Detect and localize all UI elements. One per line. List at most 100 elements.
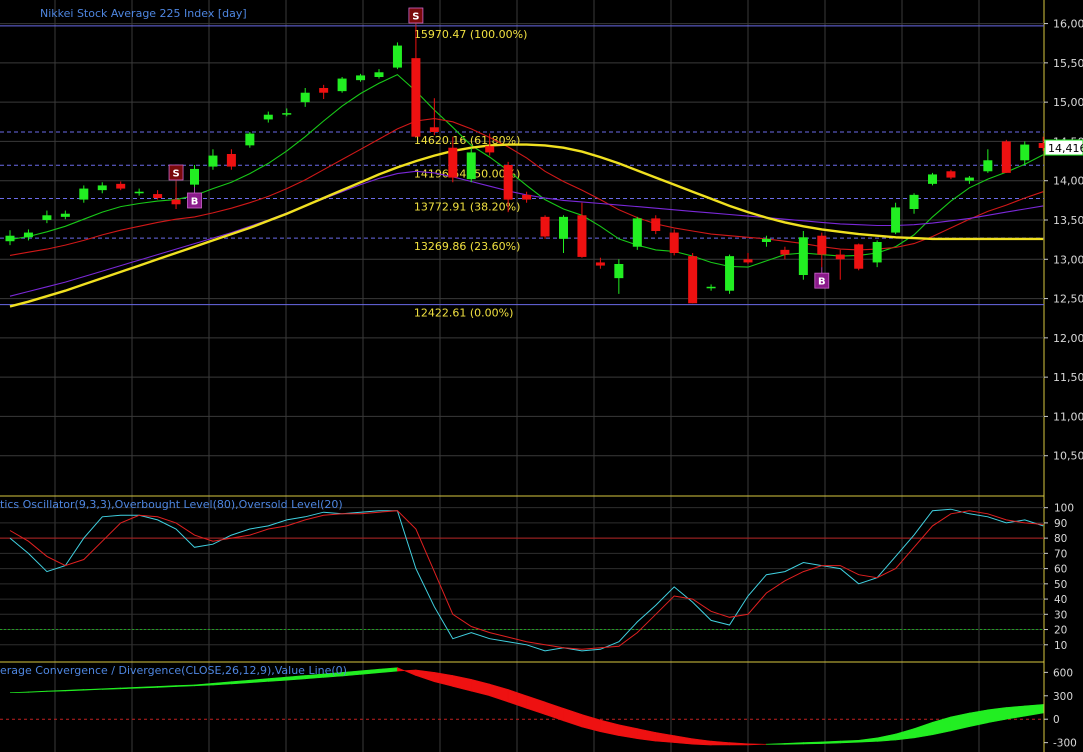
candle — [282, 108, 292, 117]
y-tick-label: 600 — [1053, 667, 1073, 679]
buy-signal: B — [814, 272, 830, 289]
candle — [1020, 141, 1030, 165]
candle — [466, 147, 476, 183]
signal-label: S — [172, 169, 179, 180]
macd-band-segment — [120, 686, 140, 690]
candle — [392, 42, 402, 70]
candle-body — [263, 114, 273, 120]
candle-body — [632, 218, 642, 247]
candle — [319, 84, 329, 99]
y-tick-label: 10 — [1054, 640, 1067, 652]
macd-band-segment — [102, 687, 121, 690]
macd-band-segment — [858, 737, 878, 743]
candle-body — [226, 154, 236, 167]
y-tick-label: 12,50 — [1053, 293, 1083, 306]
macd-pane[interactable] — [0, 667, 1044, 746]
candle — [983, 149, 993, 173]
candle-body — [208, 155, 218, 167]
price-chart-title: Nikkei Stock Average 225 Index [day] — [40, 7, 247, 20]
candle-body — [282, 113, 292, 115]
y-tick-label: 11,00 — [1053, 410, 1083, 423]
candle-body — [725, 256, 735, 291]
candle — [356, 73, 366, 82]
buy-signal: B — [187, 192, 202, 209]
candle — [909, 193, 919, 214]
macd-band-segment — [46, 689, 66, 692]
macd-band-segment — [1005, 705, 1026, 720]
candle-body — [522, 194, 532, 200]
y-tick-label: 14,00 — [1053, 175, 1083, 188]
y-tick-label: 90 — [1054, 518, 1067, 530]
candle-body — [964, 177, 974, 181]
fib-level-label: 15970.47 (100.00%) — [414, 28, 528, 41]
y-tick-label: 13,00 — [1053, 253, 1083, 266]
macd-band-segment — [563, 707, 583, 728]
macd-band-segment — [636, 728, 657, 742]
candle — [577, 202, 587, 258]
y-tick-label: 10,50 — [1053, 450, 1083, 463]
candle — [300, 88, 310, 107]
sell-signal: S — [168, 164, 184, 181]
chart: 15970.47 (100.00%)14620.16 (61.80%)14196… — [0, 0, 1083, 752]
y-tick-label: 20 — [1054, 625, 1067, 637]
macd-band-segment — [969, 709, 989, 727]
macd-band-segment — [470, 679, 491, 697]
candle — [872, 240, 882, 268]
candle-body — [392, 45, 402, 68]
macd-band-segment — [913, 721, 933, 739]
candle-body — [245, 133, 255, 146]
candle — [835, 249, 845, 280]
candle-body — [319, 88, 329, 93]
macd-band-segment — [138, 686, 158, 689]
macd-band-segment — [600, 719, 620, 736]
candle — [559, 215, 568, 253]
candle-body — [171, 199, 181, 205]
candle — [226, 149, 236, 170]
macd-band-segment — [489, 683, 509, 703]
macd-band-segment — [157, 685, 177, 688]
candle-body — [780, 249, 790, 255]
y-tick-label: 13,50 — [1053, 214, 1083, 227]
candle-body — [946, 171, 956, 178]
y-tick-label: 80 — [1054, 533, 1067, 545]
macd-band-segment — [581, 714, 601, 733]
candle-body — [651, 218, 661, 231]
y-tick-label: 100 — [1054, 503, 1074, 515]
candle — [263, 111, 273, 123]
macd-band-segment — [950, 712, 970, 732]
macd-band-segment — [710, 740, 730, 746]
sell-signal: S — [408, 7, 424, 24]
stochastic-line — [9, 510, 1044, 650]
macd-band-segment — [747, 743, 767, 746]
grid — [0, 0, 1045, 752]
macd-band-segment — [212, 681, 232, 686]
candle-body — [356, 75, 366, 81]
candle — [669, 229, 679, 256]
price-pane[interactable]: 15970.47 (100.00%)14620.16 (61.80%)14196… — [0, 7, 1048, 320]
macd-band-segment — [618, 724, 638, 740]
macd-band-segment — [175, 684, 195, 687]
macd-band-segment — [932, 716, 952, 736]
candle-body — [1020, 144, 1030, 161]
signal-label: B — [191, 197, 199, 208]
candle-body — [761, 238, 771, 242]
macd-band-segment — [526, 695, 546, 715]
y-tick-label: 16,00 — [1053, 18, 1083, 31]
candle-body — [835, 254, 845, 260]
candle-body — [448, 147, 458, 178]
macd-band-segment — [692, 738, 712, 746]
macd-title: erage Convergence / Divergence(CLOSE,26,… — [0, 664, 347, 677]
macd-band-segment — [267, 676, 288, 682]
macd-band-segment — [895, 728, 915, 741]
candle-body — [540, 216, 550, 237]
candle — [79, 185, 89, 203]
y-axis[interactable]: 16,0015,5015,0014,5014,0013,5013,0012,50… — [1044, 18, 1083, 750]
macd-band-segment — [415, 669, 435, 683]
candle — [522, 191, 532, 203]
y-tick-label: 15,00 — [1053, 96, 1083, 109]
candle — [42, 210, 52, 224]
candle-body — [706, 286, 716, 289]
macd-band-segment — [766, 743, 786, 745]
candle-body — [374, 72, 384, 77]
candle — [245, 132, 255, 148]
